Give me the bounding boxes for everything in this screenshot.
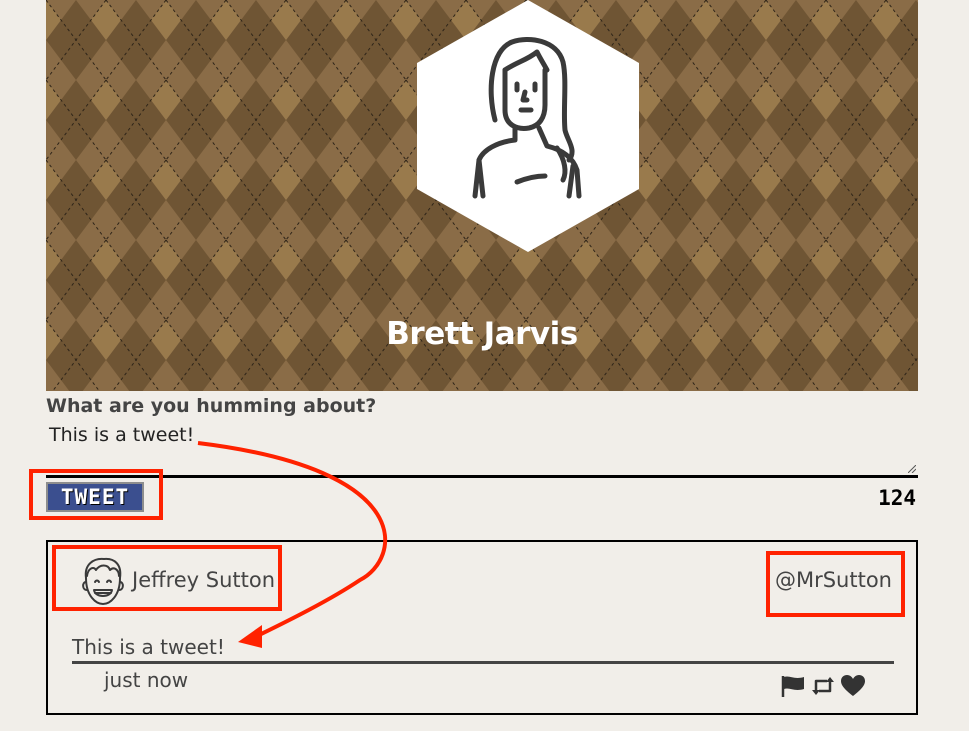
tweet-author-handle[interactable]: @MrSutton (775, 568, 892, 592)
flag-icon[interactable] (780, 674, 806, 698)
tweet-timestamp: just now (104, 668, 189, 692)
profile-name: Brett Jarvis (386, 316, 578, 352)
resize-grip-icon[interactable] (908, 465, 916, 473)
tweet-card: Jeffrey Sutton @MrSutton This is a tweet… (46, 540, 918, 715)
tweet-textarea[interactable]: This is a tweet! (46, 422, 918, 478)
man-avatar-icon (82, 557, 124, 605)
profile-page: Brett Jarvis What are you humming about?… (0, 0, 969, 731)
heart-icon[interactable] (840, 674, 866, 698)
tweet-author-name[interactable]: Jeffrey Sutton (132, 568, 275, 592)
composer-label: What are you humming about? (46, 395, 377, 417)
profile-avatar (417, 0, 639, 252)
profile-banner: Brett Jarvis (46, 0, 918, 391)
tweet-text: This is a tweet! (72, 635, 894, 664)
character-counter: 124 (878, 486, 916, 510)
tweet-textarea-value: This is a tweet! (49, 424, 195, 446)
tweet-button[interactable]: TWEET (46, 482, 144, 512)
retweet-icon[interactable] (810, 674, 836, 698)
tweet-actions (780, 674, 866, 698)
